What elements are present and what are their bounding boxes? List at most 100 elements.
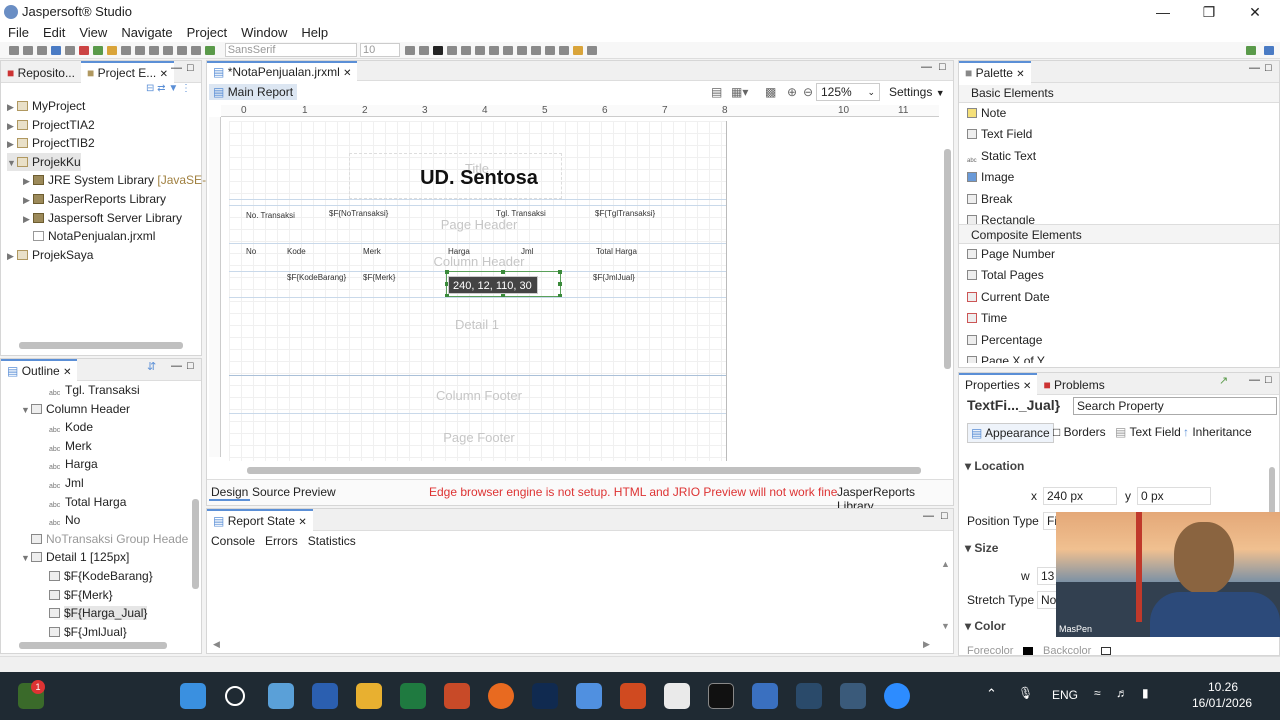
close-icon[interactable]: ✕ (1232, 0, 1278, 24)
expand-icon[interactable]: ▶ (23, 172, 33, 191)
no-transaksi-label[interactable]: No. Transaksi (246, 211, 295, 220)
outline-item-no[interactable]: abc No (7, 511, 201, 530)
palette-page-number[interactable]: Page Number (959, 244, 1279, 265)
outline-item-merk[interactable]: abc Merk (7, 437, 201, 456)
tree-item-projeksaya[interactable]: ▶ ProjekSaya (7, 246, 201, 265)
align-left-icon[interactable] (447, 46, 458, 55)
tab-borders[interactable]: □ Borders (1053, 425, 1106, 439)
expand-icon[interactable]: ▶ (7, 98, 17, 117)
field-jmljual[interactable]: $F{JmlJual} (593, 273, 635, 282)
collapse-icon[interactable]: ▼ (21, 549, 31, 568)
document-icon[interactable] (664, 683, 690, 709)
back-icon[interactable] (177, 46, 188, 55)
run-icon[interactable] (93, 46, 104, 55)
no-transaksi-field[interactable]: $F{NoTransaksi} (329, 209, 388, 218)
word-icon[interactable] (312, 683, 338, 709)
explorer-hscrollbar[interactable] (19, 342, 183, 349)
tab-appearance[interactable]: ▤ Appearance (967, 423, 1054, 443)
redo-icon[interactable] (163, 46, 174, 55)
tree-item-projecttib2[interactable]: ▶ ProjectTIB2 (7, 134, 201, 153)
volume-icon[interactable]: ♬ (1116, 686, 1128, 700)
scroll-up-icon[interactable]: ▲ (941, 559, 950, 569)
outline-item-tgl-transaksi[interactable]: abc Tgl. Transaksi (7, 381, 201, 400)
start-icon[interactable] (180, 683, 206, 709)
minimize-editor-icon[interactable]: — (921, 61, 932, 73)
jaspersoft-active-icon[interactable] (840, 683, 866, 709)
wifi-icon[interactable]: ≈ (1094, 686, 1101, 700)
publish-icon[interactable] (79, 46, 90, 55)
minimize-state-icon[interactable]: — (923, 510, 934, 522)
outline-item-group-header[interactable]: NoTransaksi Group Heade (7, 530, 201, 549)
col-total-harga[interactable]: Total Harga (596, 247, 637, 256)
pin-icon[interactable]: ↗ (1219, 374, 1228, 387)
maximize-properties-icon[interactable]: □ (1265, 374, 1272, 386)
tree-item-notapenjualan[interactable]: NotaPenjualan.jrxml (7, 227, 201, 246)
field-kodebarang[interactable]: $F{KodeBarang} (287, 273, 346, 282)
outline-item-jml[interactable]: abc Jml (7, 474, 201, 493)
tab-project-explorer[interactable]: ■ Project E... ✕ (80, 61, 174, 85)
palette-rectangle[interactable]: Rectangle (959, 210, 1279, 224)
col-harga[interactable]: Harga (448, 247, 470, 256)
microphone-icon[interactable]: 🎙 (1018, 686, 1033, 700)
menu-help[interactable]: Help (294, 24, 335, 42)
tab-palette[interactable]: ■ Palette ✕ (959, 61, 1031, 85)
zoom-in-icon[interactable]: ⊕ (787, 85, 797, 99)
tab-report-state[interactable]: ▤ Report State ✕ (207, 509, 313, 533)
tree-item-projecttia2[interactable]: ▶ ProjectTIA2 (7, 116, 201, 135)
outline-item-f-merk[interactable]: $F{Merk} (7, 586, 201, 605)
tab-outline[interactable]: ▤ Outline ✕ (1, 359, 78, 383)
tgl-transaksi-label[interactable]: Tgl. Transaksi (496, 209, 546, 218)
maximize-panel-icon[interactable]: □ (187, 62, 194, 74)
resize-handle[interactable] (558, 270, 562, 274)
tree-item-projekku[interactable]: ▼ ProjekKu (7, 152, 81, 172)
report-canvas[interactable]: Title UD. Sentosa Page Header No. Transa… (229, 121, 727, 461)
filter-icon[interactable]: ▼ (168, 83, 178, 94)
outline-item-jmljual[interactable]: $F{JmlJual} (7, 623, 201, 642)
jaspersoft-icon[interactable] (796, 683, 822, 709)
snap-icon[interactable]: ▩ (765, 85, 776, 99)
powerpoint-icon[interactable] (444, 683, 470, 709)
zoom-out-icon[interactable]: ⊖ (803, 85, 813, 99)
resize-handle[interactable] (445, 270, 449, 274)
minimize-outline-icon[interactable]: — (171, 360, 182, 372)
maximize-palette-icon[interactable]: □ (1265, 62, 1272, 74)
valign-top-icon[interactable] (503, 46, 514, 55)
notepad-icon[interactable] (576, 683, 602, 709)
search-property-input[interactable]: Search Property (1073, 397, 1277, 415)
menu-window[interactable]: Window (234, 24, 294, 42)
print-icon[interactable] (51, 46, 62, 55)
palette-current-date[interactable]: Current Date (959, 287, 1279, 308)
outline-item-harga-jual[interactable]: $F{Harga_Jual} (7, 604, 201, 623)
minimize-palette-icon[interactable]: — (1249, 62, 1260, 74)
forward-icon[interactable] (191, 46, 202, 55)
new-icon[interactable] (9, 46, 20, 55)
tab-inheritance[interactable]: ↑ Inheritance (1183, 425, 1252, 439)
format-icon[interactable] (121, 46, 132, 55)
font-decrease-icon[interactable] (419, 46, 430, 55)
palette-note[interactable]: Note (959, 103, 1279, 124)
minimize-properties-icon[interactable]: — (1249, 374, 1260, 386)
settings-button[interactable]: Settings ▼ (889, 85, 945, 99)
bold-icon[interactable] (433, 46, 444, 55)
grid-toggle-icon[interactable]: ▦▾ (731, 85, 748, 99)
report-title-text[interactable]: UD. Sentosa (379, 167, 579, 190)
battery-icon[interactable]: ▮ (1142, 686, 1149, 700)
resize-handle[interactable] (558, 282, 562, 286)
col-kode[interactable]: Kode (287, 247, 306, 256)
palette-page-x-of-y[interactable]: Page X of Y (959, 351, 1279, 363)
file-explorer-icon[interactable] (356, 683, 382, 709)
zoom-icon[interactable] (884, 683, 910, 709)
expand-icon[interactable]: ▶ (23, 191, 33, 210)
tools-icon[interactable] (107, 46, 118, 55)
widgets-icon[interactable] (268, 683, 294, 709)
align-center-icon[interactable] (461, 46, 472, 55)
col-jml[interactable]: Jml (521, 247, 533, 256)
scroll-down-icon[interactable]: ▼ (941, 621, 950, 631)
scroll-left-icon[interactable]: ◀ (213, 639, 220, 650)
external-icon[interactable] (205, 46, 216, 55)
collapse-icon[interactable]: ▼ (21, 401, 31, 420)
search-icon[interactable] (225, 686, 245, 706)
tree-item-jre[interactable]: ▶ JRE System Library [JavaSE-11 (7, 171, 219, 191)
maximize-state-icon[interactable]: □ (941, 510, 948, 522)
save-icon[interactable] (23, 46, 34, 55)
